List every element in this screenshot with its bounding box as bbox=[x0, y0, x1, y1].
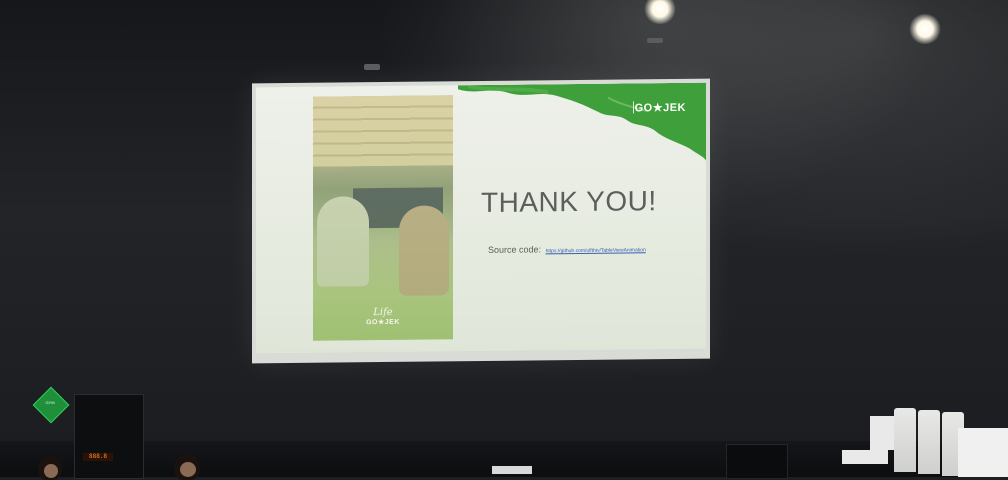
stacked-chair bbox=[894, 408, 916, 472]
sign-text: GYM bbox=[45, 400, 55, 405]
audience-face bbox=[180, 462, 196, 477]
photo-green-overlay bbox=[313, 95, 453, 341]
photo-brand-logo: Life GO★JEK bbox=[313, 307, 453, 326]
ceiling-fixture bbox=[364, 64, 380, 70]
ceiling-spotlight-right bbox=[908, 14, 942, 44]
audience-face bbox=[44, 464, 58, 478]
green-brush-banner bbox=[458, 82, 706, 161]
equipment-rack: 888.8 bbox=[74, 394, 144, 479]
rack-display: 888.8 bbox=[83, 453, 113, 461]
projection-screen: Life GO★JEK GO★JEK THANK YOU! Source cod… bbox=[252, 78, 710, 364]
white-box bbox=[842, 450, 888, 464]
source-code-link[interactable]: https://github.com/ulfthiv/TableViewAnim… bbox=[546, 247, 646, 254]
office-photo: Life GO★JEK bbox=[313, 95, 453, 341]
white-panel bbox=[958, 428, 1008, 477]
source-code-label: Source code: bbox=[488, 244, 542, 255]
floor-speaker bbox=[726, 444, 788, 479]
gojek-logo: GO★JEK bbox=[634, 101, 686, 115]
stacked-chair bbox=[918, 410, 940, 474]
white-crate bbox=[870, 416, 894, 450]
power-outlet bbox=[492, 466, 532, 474]
presentation-slide: Life GO★JEK GO★JEK THANK YOU! Source cod… bbox=[256, 82, 706, 354]
photo-logo-brand: GO★JEK bbox=[366, 318, 400, 327]
source-code-line: Source code: https://github.com/ulfthiv/… bbox=[488, 243, 646, 255]
ceiling-fixture bbox=[647, 38, 663, 43]
slide-title: THANK YOU! bbox=[481, 185, 657, 218]
